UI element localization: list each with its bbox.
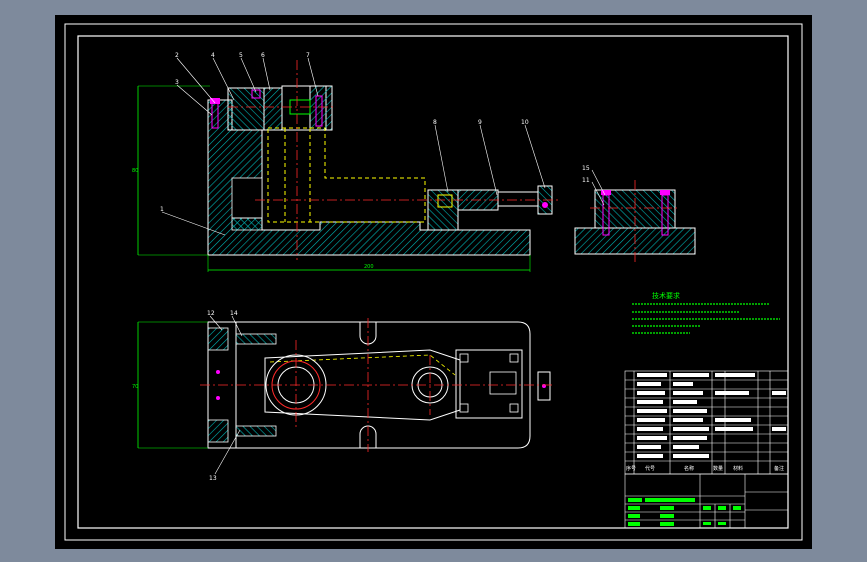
dim-height-top: 70	[132, 384, 138, 390]
balloon-5: 5	[239, 52, 243, 59]
drawing-sheet	[55, 15, 812, 549]
svg-text:代号: 代号	[645, 465, 655, 472]
balloon-14: 14	[230, 310, 238, 317]
balloon-10: 10	[521, 119, 529, 126]
dim-height-front: 80	[132, 168, 138, 174]
balloon-13: 13	[209, 475, 217, 482]
balloon-7: 7	[306, 52, 310, 59]
balloon-12: 12	[207, 310, 215, 317]
notes-title: 技术要求	[652, 291, 680, 300]
balloon-8: 8	[433, 119, 437, 126]
balloon-6: 6	[261, 52, 265, 59]
balloon-15: 15	[582, 165, 590, 172]
balloon-2: 2	[175, 52, 179, 59]
balloon-11: 11	[582, 177, 590, 184]
svg-text:数量: 数量	[713, 465, 723, 472]
dim-width-front: 200	[364, 264, 374, 270]
balloon-1: 1	[160, 206, 164, 213]
svg-text:名称: 名称	[684, 465, 694, 472]
balloon-9: 9	[478, 119, 482, 126]
svg-text:备注: 备注	[774, 465, 784, 472]
svg-text:序号: 序号	[626, 465, 636, 472]
cad-viewport[interactable]: 2 3 4 5 6 7 8 9 10 1 80 200 15 11 12 14 …	[0, 0, 867, 562]
top-clamp-block	[227, 87, 265, 131]
balloon-4: 4	[211, 52, 215, 59]
svg-text:材料: 材料	[733, 465, 743, 472]
balloon-3: 3	[175, 79, 179, 86]
